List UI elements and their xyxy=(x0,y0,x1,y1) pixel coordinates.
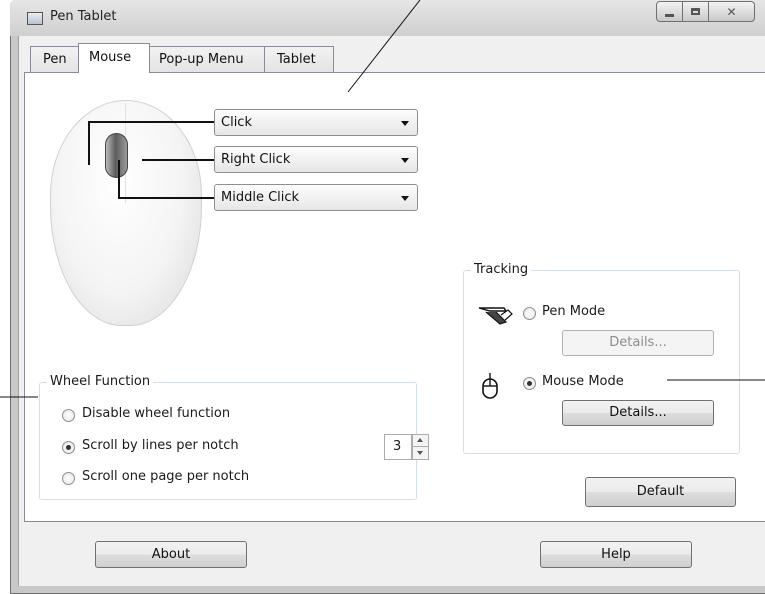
left-button-connector-h xyxy=(88,121,214,123)
help-button[interactable]: Help xyxy=(540,541,692,568)
wheel-function-title: Wheel Function xyxy=(47,374,154,389)
tab-pen[interactable]: Pen xyxy=(30,46,78,73)
close-icon: ✕ xyxy=(726,4,737,19)
radio-pen-mode[interactable] xyxy=(523,307,536,320)
radio-scroll-page[interactable] xyxy=(62,472,75,485)
middle-button-dropdown[interactable]: Middle Click xyxy=(214,184,418,211)
tracking-title: Tracking xyxy=(471,262,532,277)
default-button[interactable]: Default xyxy=(585,477,736,507)
radio-mouse-mode[interactable] xyxy=(523,377,536,390)
radio-scroll-lines-label[interactable]: Scroll by lines per notch xyxy=(82,438,239,453)
mouse-mode-details-button[interactable]: Details... xyxy=(562,400,714,426)
minimize-button[interactable] xyxy=(656,1,683,22)
tracking-group xyxy=(463,270,740,454)
radio-mouse-mode-label[interactable]: Mouse Mode xyxy=(542,374,624,389)
right-button-value: Right Click xyxy=(221,152,291,167)
left-button-dropdown[interactable]: Click xyxy=(214,109,418,136)
window-icon xyxy=(27,12,43,25)
right-button-dropdown[interactable]: Right Click xyxy=(214,146,418,173)
pen-icon xyxy=(478,307,513,325)
radio-scroll-page-label[interactable]: Scroll one page per notch xyxy=(82,469,249,484)
chevron-down-icon xyxy=(401,196,409,201)
radio-pen-mode-label[interactable]: Pen Mode xyxy=(542,304,605,319)
spin-down-icon[interactable] xyxy=(413,447,428,459)
middle-button-connector-v xyxy=(118,160,120,198)
tab-popup-menu[interactable]: Pop-up Menu xyxy=(150,46,265,73)
mouse-illustration xyxy=(50,100,202,326)
tab-tablet[interactable]: Tablet xyxy=(265,46,334,73)
chevron-down-icon xyxy=(401,121,409,126)
radio-disable-wheel[interactable] xyxy=(62,409,75,422)
chevron-down-icon xyxy=(401,158,409,163)
pen-mode-details-button[interactable]: Details... xyxy=(562,330,714,356)
minimize-icon xyxy=(665,13,674,17)
lines-per-notch-input[interactable]: 3 xyxy=(384,434,412,460)
radio-disable-wheel-label[interactable]: Disable wheel function xyxy=(82,406,230,421)
right-button-connector xyxy=(142,159,214,161)
mouse-wheel-illustration xyxy=(105,133,128,178)
maximize-button[interactable] xyxy=(683,1,709,22)
tab-mouse[interactable]: Mouse xyxy=(78,43,150,73)
maximize-icon xyxy=(691,8,700,15)
lines-per-notch-spinner[interactable] xyxy=(412,434,429,460)
about-button[interactable]: About xyxy=(95,541,247,568)
title-bar[interactable]: Pen Tablet ✕ xyxy=(10,0,765,36)
middle-button-connector-h xyxy=(118,197,214,199)
radio-scroll-lines[interactable] xyxy=(62,441,75,454)
close-button[interactable]: ✕ xyxy=(709,1,755,22)
left-button-value: Click xyxy=(221,115,252,130)
middle-button-value: Middle Click xyxy=(221,190,300,205)
left-button-connector-v xyxy=(88,121,90,165)
spin-up-icon[interactable] xyxy=(413,435,428,447)
window-title: Pen Tablet xyxy=(50,9,117,24)
mouse-icon xyxy=(482,373,498,399)
